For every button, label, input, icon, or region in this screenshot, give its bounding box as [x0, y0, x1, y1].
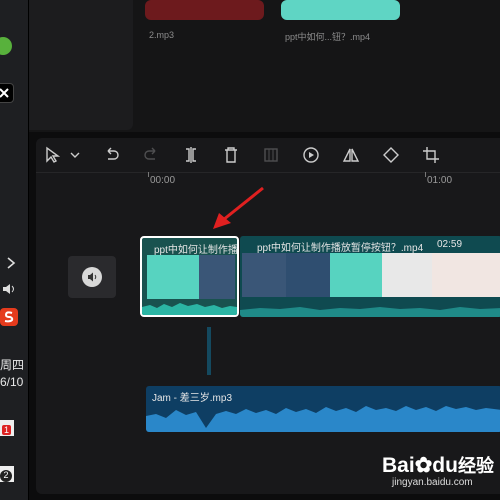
- clip-frame: [147, 255, 199, 299]
- windows-taskbar: 周四 6/10 1 2: [0, 0, 29, 500]
- mirror-icon[interactable]: [342, 146, 360, 164]
- audio-clip[interactable]: Jam - 差三岁.mp3: [146, 386, 500, 432]
- timeline-ruler[interactable]: 00:00 01:00: [144, 172, 500, 186]
- clip-frame: [199, 255, 235, 299]
- media-library: 2.mp3 ppt中如何...钮？.mp4: [29, 0, 500, 132]
- rotate-icon[interactable]: [382, 146, 400, 164]
- split-icon[interactable]: [182, 146, 200, 164]
- clip-frame: [432, 253, 500, 297]
- browser-icon[interactable]: [0, 37, 12, 55]
- clip-waveform: [142, 303, 237, 315]
- video-media-thumbnail[interactable]: [281, 0, 400, 20]
- ruler-tick: [425, 172, 426, 177]
- track-mute-control[interactable]: [68, 256, 116, 298]
- redo-icon[interactable]: [142, 146, 160, 164]
- chevron-right-icon[interactable]: [4, 256, 18, 270]
- chevron-down-icon[interactable]: [66, 146, 80, 164]
- clip-frame: [382, 253, 432, 297]
- clock-weekday: 周四: [0, 358, 25, 372]
- capcut-icon[interactable]: [0, 83, 14, 103]
- clip-title: ppt中如何让制作播放: [154, 245, 239, 256]
- clip-title: ppt中如何让制作播放暂停按钮？.mp4: [257, 243, 424, 254]
- play-circle-icon[interactable]: [302, 146, 320, 164]
- watermark-logo: Bai✿du经验: [382, 455, 494, 477]
- clip-waveform: [240, 307, 500, 317]
- speaker-icon[interactable]: [2, 282, 18, 296]
- video-clip-selected[interactable]: ppt中如何让制作播放: [140, 236, 239, 317]
- clip-frame: [330, 253, 382, 297]
- ruler-label-minute: 01:00: [427, 175, 453, 186]
- sogou-icon[interactable]: [0, 308, 18, 326]
- drag-marker: [207, 327, 211, 375]
- watermark-brand-suffix: du: [432, 454, 458, 477]
- ruler-tick: [148, 172, 149, 177]
- library-side-panel: [29, 0, 133, 130]
- notification-badge: 1: [2, 425, 12, 435]
- crop-icon[interactable]: [422, 146, 440, 164]
- watermark-url: jingyan.baidu.com: [392, 477, 473, 488]
- paw-icon: ✿: [414, 454, 433, 477]
- clip-frame: [286, 253, 330, 297]
- clip-frame: [242, 253, 286, 297]
- action-center-badge: 2: [0, 470, 12, 482]
- library-item-label: ppt中如何...钮？.mp4: [285, 32, 371, 42]
- undo-icon[interactable]: [103, 146, 121, 164]
- watermark-jingyan: 经验: [457, 456, 494, 476]
- clip-duration: 02:59: [437, 239, 463, 250]
- audio-waveform: [146, 406, 500, 432]
- library-item-label: 2.mp3: [149, 30, 175, 40]
- video-clip[interactable]: ppt中如何让制作播放暂停按钮？.mp4 02:59: [240, 236, 500, 317]
- freeze-frame-icon[interactable]: [262, 146, 280, 164]
- select-tool-icon[interactable]: [44, 146, 62, 164]
- baidu-watermark: Bai✿du经验 jingyan.baidu.com: [382, 455, 494, 489]
- timeline-toolbar: [36, 138, 500, 173]
- ruler-label-start: 00:00: [150, 175, 176, 186]
- watermark-brand: Bai: [382, 454, 415, 477]
- audio-media-thumbnail[interactable]: [145, 0, 264, 20]
- clock[interactable]: 周四 6/10: [0, 357, 24, 391]
- clock-date: 6/10: [0, 375, 24, 389]
- volume-icon: [82, 267, 102, 287]
- delete-icon[interactable]: [222, 146, 240, 164]
- red-arrow-annotation: [213, 186, 264, 229]
